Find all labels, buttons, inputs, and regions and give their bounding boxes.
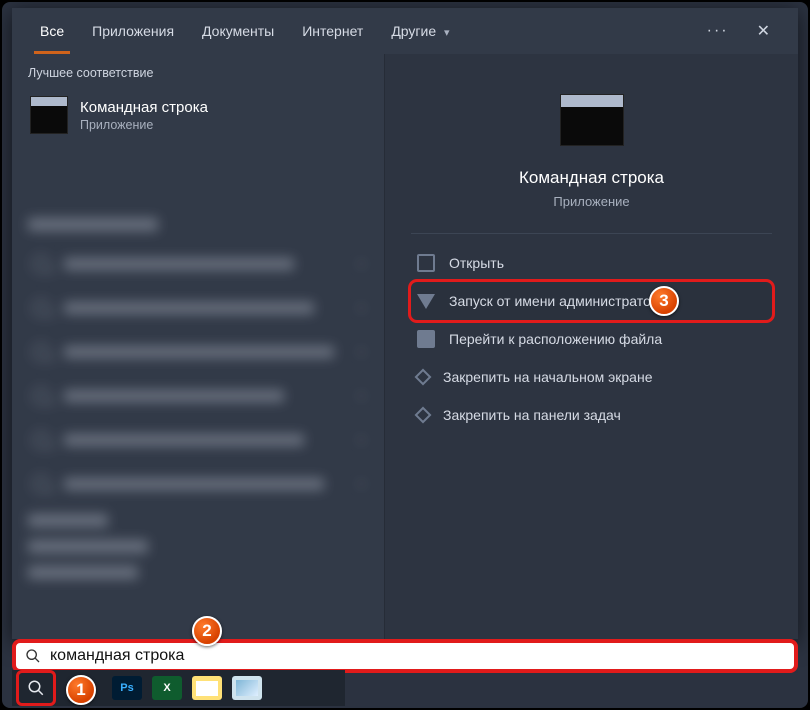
action-pin-start-label: Закрепить на начальном экране xyxy=(443,369,653,385)
action-pin-taskbar[interactable]: Закрепить на панели задач xyxy=(411,396,772,434)
tab-apps[interactable]: Приложения xyxy=(78,8,188,54)
results-column: Лучшее соответствие Командная строка При… xyxy=(12,54,384,639)
action-run-as-admin[interactable]: Запуск от имени администратора xyxy=(411,282,772,320)
chevron-down-icon: ▾ xyxy=(444,27,450,39)
tab-more[interactable]: Другие ▾ xyxy=(377,8,463,54)
tab-internet[interactable]: Интернет xyxy=(288,8,377,54)
action-open[interactable]: Открыть xyxy=(411,244,772,282)
screenshot-frame: Все Приложения Документы Интернет Другие… xyxy=(0,0,810,710)
actions-list: Открыть Запуск от имени администратора П… xyxy=(385,234,798,444)
pin-start-icon xyxy=(415,369,432,386)
best-match-title: Командная строка xyxy=(80,99,208,116)
best-match-label: Лучшее соответствие xyxy=(12,54,384,90)
search-bar[interactable] xyxy=(12,639,798,673)
tab-more-label: Другие xyxy=(391,23,436,39)
cmd-preview-icon xyxy=(560,94,624,146)
taskbar-photoshop-icon[interactable]: Ps xyxy=(112,676,142,700)
best-match-subtitle: Приложение xyxy=(80,118,208,132)
taskbar-explorer-icon[interactable] xyxy=(192,676,222,700)
annotation-badge-2: 2 xyxy=(192,616,222,646)
more-options-button[interactable]: ··· xyxy=(693,22,743,40)
preview-column: Командная строка Приложение Открыть Запу… xyxy=(384,54,798,639)
action-open-label: Открыть xyxy=(449,255,504,271)
taskbar-photo-viewer-icon[interactable] xyxy=(232,676,262,700)
best-match-item[interactable]: Командная строка Приложение xyxy=(12,90,384,146)
search-icon xyxy=(16,648,50,664)
action-pin-taskbar-label: Закрепить на панели задач xyxy=(443,407,621,423)
tab-docs[interactable]: Документы xyxy=(188,8,288,54)
pin-taskbar-icon xyxy=(415,407,432,424)
folder-icon xyxy=(417,330,435,348)
search-input[interactable] xyxy=(50,647,794,665)
panel-body: Лучшее соответствие Командная строка При… xyxy=(12,54,798,639)
tab-all[interactable]: Все xyxy=(26,8,78,54)
open-icon xyxy=(417,254,435,272)
action-pin-start[interactable]: Закрепить на начальном экране xyxy=(411,358,772,396)
annotation-badge-1: 1 xyxy=(66,675,96,705)
start-search-panel: Все Приложения Документы Интернет Другие… xyxy=(12,8,798,639)
search-tabs: Все Приложения Документы Интернет Другие… xyxy=(12,8,798,54)
action-run-admin-label: Запуск от имени администратора xyxy=(449,293,666,309)
taskbar: Ps X xyxy=(12,670,345,706)
cmd-icon xyxy=(30,96,68,134)
shield-icon xyxy=(417,294,435,309)
action-goto-label: Перейти к расположению файла xyxy=(449,331,662,347)
app-preview: Командная строка Приложение xyxy=(411,54,772,234)
blurred-results: › › › › › › xyxy=(12,210,384,639)
taskbar-excel-icon[interactable]: X xyxy=(152,676,182,700)
preview-title: Командная строка xyxy=(519,168,664,188)
taskbar-search-button[interactable] xyxy=(16,670,56,706)
annotation-badge-3: 3 xyxy=(649,286,679,316)
close-button[interactable]: ✕ xyxy=(743,21,784,41)
preview-subtitle: Приложение xyxy=(553,194,629,209)
action-goto-location[interactable]: Перейти к расположению файла xyxy=(411,320,772,358)
